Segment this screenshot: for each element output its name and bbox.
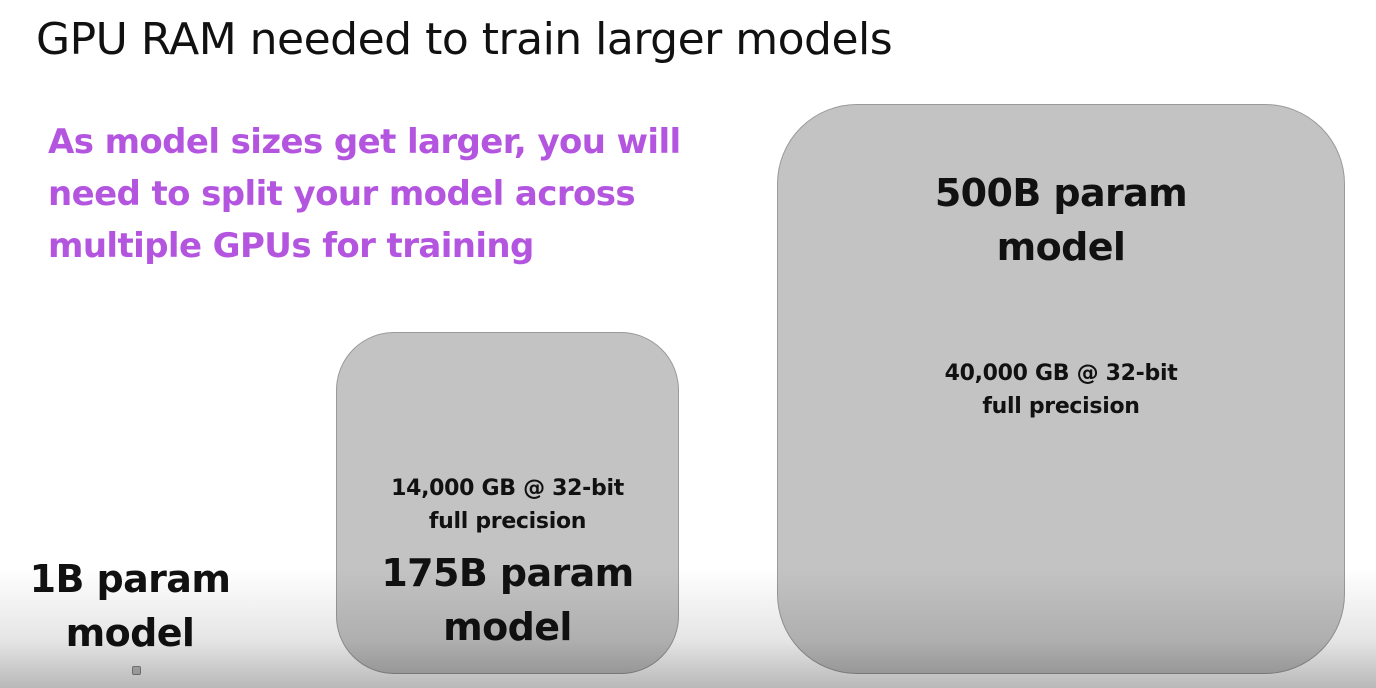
memory-label-line: 40,000 GB @ 32-bit bbox=[944, 361, 1178, 386]
model-label-500b: 500B param model bbox=[777, 166, 1345, 274]
memory-label-line: full precision bbox=[982, 394, 1140, 419]
model-label-line: model bbox=[443, 605, 572, 649]
memory-label-line: full precision bbox=[428, 509, 587, 534]
model-label-line: model bbox=[65, 611, 195, 655]
memory-label-500b: 40,000 GB @ 32-bit full precision bbox=[777, 357, 1345, 423]
subtitle-line: need to split your model across bbox=[48, 174, 636, 214]
slide: GPU RAM needed to train larger models As… bbox=[0, 0, 1376, 688]
memory-label-175b: 14,000 GB @ 32-bit full precision bbox=[336, 472, 679, 538]
model-label-line: 500B param bbox=[934, 171, 1188, 215]
memory-label-line: 14,000 GB @ 32-bit bbox=[391, 476, 624, 501]
slide-subtitle: As model sizes get larger, you will need… bbox=[48, 116, 708, 272]
subtitle-line: multiple GPUs for training bbox=[48, 226, 534, 266]
model-label-175b: 175B param model bbox=[336, 546, 679, 654]
subtitle-line: As model sizes get larger, you will bbox=[48, 122, 681, 162]
model-label-line: 1B param bbox=[29, 557, 231, 601]
model-label-1b: 1B param model bbox=[20, 552, 240, 660]
model-label-line: 175B param bbox=[381, 551, 634, 595]
model-label-line: model bbox=[996, 225, 1126, 269]
model-box-1b bbox=[132, 666, 141, 675]
slide-title: GPU RAM needed to train larger models bbox=[36, 14, 893, 65]
